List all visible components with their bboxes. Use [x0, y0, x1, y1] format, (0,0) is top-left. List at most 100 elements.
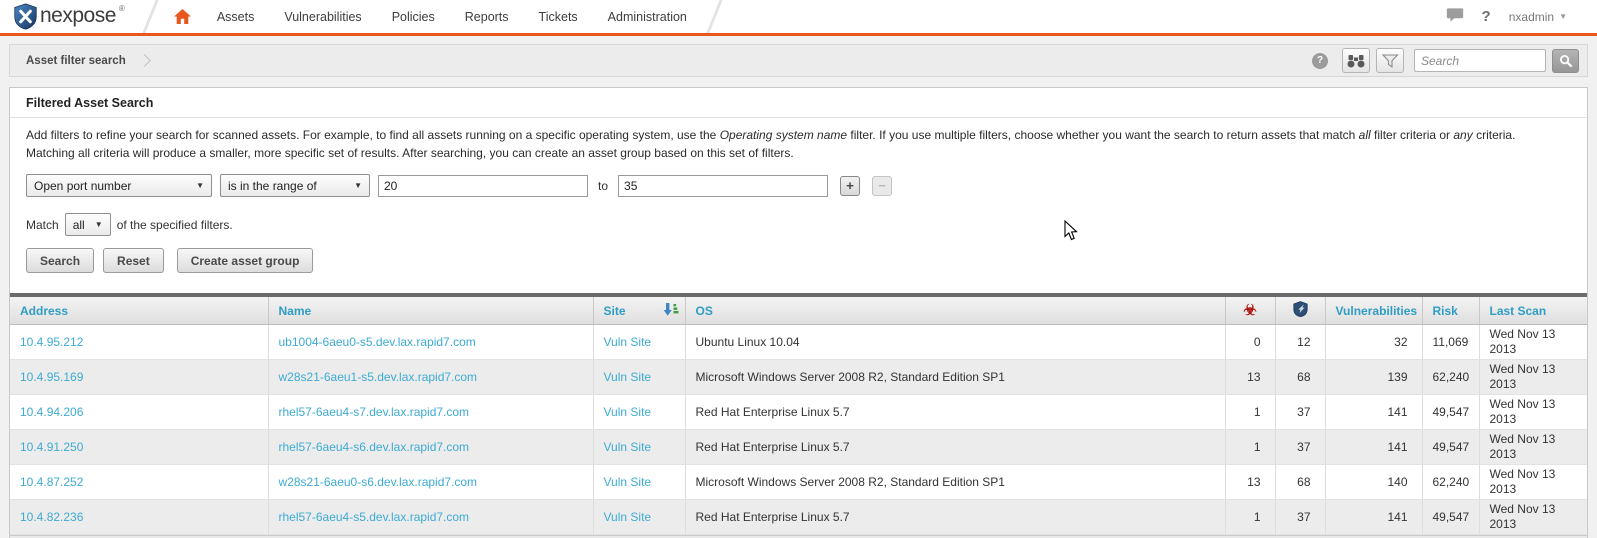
os-text: Microsoft Windows Server 2008 R2, Standa… [696, 475, 1005, 489]
vulnerability-count: 32 [1394, 335, 1407, 349]
asset-name-link[interactable]: w28s21-6aeu0-s6.dev.lax.rapid7.com [279, 475, 478, 489]
search-input[interactable] [1414, 49, 1546, 72]
risk-score: 62,240 [1433, 475, 1470, 489]
column-header-address[interactable]: Address [10, 297, 268, 325]
last-scan-date: Wed Nov 13 2013 [1490, 327, 1556, 356]
column-header-os[interactable]: OS [685, 297, 1225, 325]
help-icon[interactable]: ? [1482, 8, 1491, 25]
asset-name-link[interactable]: ub1004-6aeu0-s5.dev.lax.rapid7.com [279, 335, 476, 349]
action-buttons-row: Search Reset Create asset group [10, 236, 1587, 287]
last-scan-date: Wed Nov 13 2013 [1490, 467, 1556, 496]
risk-score: 62,240 [1433, 370, 1470, 384]
site-link[interactable]: Vuln Site [604, 510, 652, 524]
create-asset-group-button[interactable]: Create asset group [177, 248, 314, 273]
table-row: 10.4.95.212 ub1004-6aeu0-s5.dev.lax.rapid… [10, 325, 1587, 360]
site-link[interactable]: Vuln Site [604, 475, 652, 489]
malware-kit-count: 13 [1247, 370, 1260, 384]
column-header-name[interactable]: Name [268, 297, 593, 325]
nexpose-logo[interactable]: nexpose ® [14, 3, 125, 30]
match-select-value: all [73, 218, 85, 232]
column-header-site[interactable]: Site [593, 297, 685, 325]
caret-down-icon: ▼ [95, 220, 103, 229]
home-icon[interactable] [174, 9, 191, 24]
site-link[interactable]: Vuln Site [604, 370, 652, 384]
filter-operator-value: is in the range of [228, 179, 317, 193]
column-header-exploits[interactable] [1275, 297, 1325, 325]
caret-down-icon: ▼ [196, 181, 204, 190]
filter-field-select[interactable]: Open port number ▼ [26, 174, 212, 197]
asset-address-link[interactable]: 10.4.95.212 [20, 335, 83, 349]
match-row: Match all ▼ of the specified filters. [10, 199, 1587, 236]
vulnerability-count: 141 [1387, 440, 1407, 454]
sort-descending-icon[interactable] [663, 302, 679, 317]
asset-address-link[interactable]: 10.4.91.250 [20, 440, 83, 454]
last-scan-date: Wed Nov 13 2013 [1490, 432, 1556, 461]
asset-name-link[interactable]: rhel57-6aeu4-s6.dev.lax.rapid7.com [279, 440, 470, 454]
range-to-input[interactable] [618, 175, 828, 197]
exploit-count: 37 [1297, 440, 1310, 454]
breadcrumb-chevron-icon [138, 54, 151, 67]
home-house-glyph [174, 9, 191, 24]
match-suffix-label: of the specified filters. [117, 218, 233, 232]
last-scan-date: Wed Nov 13 2013 [1490, 362, 1556, 391]
column-header-risk[interactable]: Risk [1422, 297, 1479, 325]
search-submit-button[interactable]: Search [26, 248, 94, 273]
table-header-row: Address Name Site OS ☣ [10, 297, 1587, 325]
filter-search-button[interactable] [1376, 48, 1404, 73]
nav-item-reports[interactable]: Reports [465, 10, 509, 24]
column-header-last-scan[interactable]: Last Scan [1479, 297, 1587, 325]
search-button[interactable] [1552, 49, 1579, 73]
caret-down-icon: ▼ [354, 181, 362, 190]
os-text: Red Hat Enterprise Linux 5.7 [696, 510, 850, 524]
user-menu[interactable]: nxadmin ▼ [1509, 10, 1567, 24]
asset-name-link[interactable]: rhel57-6aeu4-s7.dev.lax.rapid7.com [279, 405, 470, 419]
malware-kit-count: 13 [1247, 475, 1260, 489]
site-link[interactable]: Vuln Site [604, 335, 652, 349]
table-row: 10.4.94.206 rhel57-6aeu4-s7.dev.lax.rapid… [10, 395, 1587, 430]
column-header-malware-kits[interactable]: ☣ [1225, 297, 1275, 325]
malware-kit-count: 1 [1254, 510, 1261, 524]
os-text: Red Hat Enterprise Linux 5.7 [696, 405, 850, 419]
nav-item-administration[interactable]: Administration [608, 10, 687, 24]
range-from-input[interactable] [378, 175, 588, 197]
site-link[interactable]: Vuln Site [604, 405, 652, 419]
nexpose-app: { "topnav": { "brand": "nexpose", "regis… [0, 0, 1597, 538]
biohazard-malware-kit-icon: ☣ [1243, 302, 1256, 319]
asset-address-link[interactable]: 10.4.82.236 [20, 510, 83, 524]
exploit-count: 37 [1297, 405, 1310, 419]
remove-filter-button[interactable]: − [872, 176, 892, 196]
asset-name-link[interactable]: w28s21-6aeu1-s5.dev.lax.rapid7.com [279, 370, 478, 384]
breadcrumb[interactable]: Asset filter search [26, 55, 126, 67]
nav-item-tickets[interactable]: Tickets [539, 10, 578, 24]
risk-score: 49,547 [1433, 440, 1470, 454]
asset-address-link[interactable]: 10.4.87.252 [20, 475, 83, 489]
nav-divider-slash [142, 0, 158, 33]
exploit-count: 68 [1297, 475, 1310, 489]
table-row: 10.4.95.169 w28s21-6aeu1-s5.dev.lax.rapid… [10, 360, 1587, 395]
match-select[interactable]: all ▼ [65, 213, 111, 236]
top-right-controls: ? nxadmin ▼ [1446, 0, 1567, 33]
last-scan-date: Wed Nov 13 2013 [1490, 502, 1556, 531]
nav-item-policies[interactable]: Policies [392, 10, 435, 24]
asset-address-link[interactable]: 10.4.95.169 [20, 370, 83, 384]
column-header-vulnerabilities[interactable]: Vulnerabilities [1325, 297, 1422, 325]
notifications-bubble-icon[interactable] [1446, 7, 1464, 26]
context-help-icon[interactable]: ? [1312, 53, 1328, 69]
table-row: 10.4.87.252 w28s21-6aeu0-s6.dev.lax.rapid… [10, 465, 1587, 500]
table-row: 10.4.82.236 rhel57-6aeu4-s5.dev.lax.rapid… [10, 500, 1587, 535]
filter-field-value: Open port number [34, 179, 131, 193]
asset-search-button[interactable] [1342, 48, 1370, 73]
site-link[interactable]: Vuln Site [604, 440, 652, 454]
nav-item-vulnerabilities[interactable]: Vulnerabilities [284, 10, 361, 24]
registered-trademark: ® [119, 4, 125, 13]
username: nxadmin [1509, 10, 1554, 24]
add-filter-button[interactable]: + [840, 176, 860, 196]
asset-table-body: 10.4.95.212 ub1004-6aeu0-s5.dev.lax.rapid… [10, 325, 1587, 535]
asset-address-link[interactable]: 10.4.94.206 [20, 405, 83, 419]
reset-button[interactable]: Reset [103, 248, 164, 273]
asset-name-link[interactable]: rhel57-6aeu4-s5.dev.lax.rapid7.com [279, 510, 470, 524]
nav-item-assets[interactable]: Assets [217, 10, 255, 24]
filtered-asset-search-panel: Filtered Asset Search Add filters to ref… [9, 87, 1588, 538]
exploit-count: 68 [1297, 370, 1310, 384]
filter-operator-select[interactable]: is in the range of ▼ [220, 174, 370, 197]
